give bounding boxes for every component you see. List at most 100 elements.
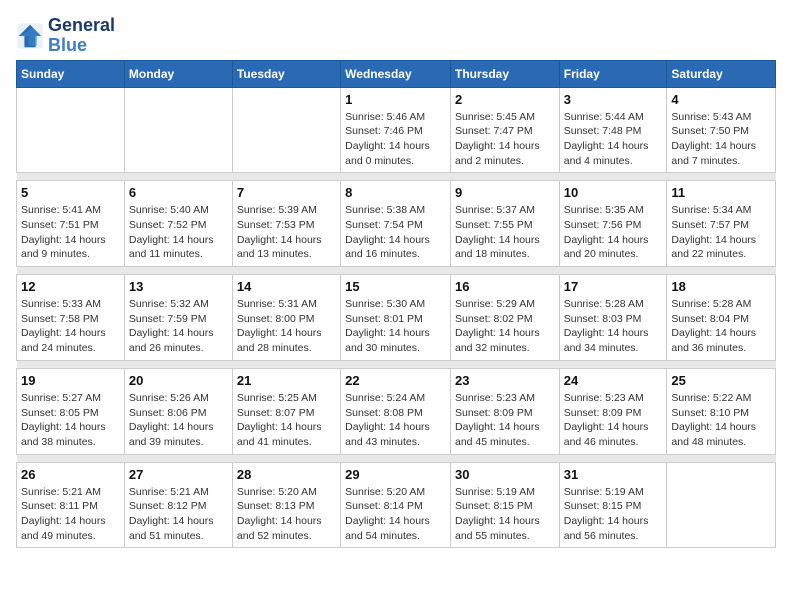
day-info: Sunrise: 5:21 AM Sunset: 8:11 PM Dayligh… <box>21 485 120 544</box>
day-info: Sunrise: 5:19 AM Sunset: 8:15 PM Dayligh… <box>564 485 663 544</box>
day-info: Sunrise: 5:26 AM Sunset: 8:06 PM Dayligh… <box>129 391 228 450</box>
calendar-cell <box>124 87 232 173</box>
calendar-cell: 8Sunrise: 5:38 AM Sunset: 7:54 PM Daylig… <box>341 181 451 267</box>
day-number: 24 <box>564 373 663 388</box>
day-info: Sunrise: 5:19 AM Sunset: 8:15 PM Dayligh… <box>455 485 555 544</box>
calendar-cell: 23Sunrise: 5:23 AM Sunset: 8:09 PM Dayli… <box>450 368 559 454</box>
day-number: 15 <box>345 279 446 294</box>
day-info: Sunrise: 5:32 AM Sunset: 7:59 PM Dayligh… <box>129 297 228 356</box>
day-info: Sunrise: 5:21 AM Sunset: 8:12 PM Dayligh… <box>129 485 228 544</box>
calendar-cell <box>17 87 125 173</box>
day-number: 19 <box>21 373 120 388</box>
calendar-cell: 17 Sunrise: 5:28 AM Sunset: 8:03 PM Dayli… <box>559 275 667 361</box>
day-info: Sunrise: 5:38 AM Sunset: 7:54 PM Dayligh… <box>345 203 446 262</box>
day-info: Sunrise: 5:24 AM Sunset: 8:08 PM Dayligh… <box>345 391 446 450</box>
weekday-header: Wednesday <box>341 60 451 87</box>
day-info: Sunrise: 5:40 AM Sunset: 7:52 PM Dayligh… <box>129 203 228 262</box>
calendar-cell: 18Sunrise: 5:28 AM Sunset: 8:04 PM Dayli… <box>667 275 776 361</box>
day-info: Sunrise: 5:43 AM Sunset: 7:50 PM Dayligh… <box>671 110 771 169</box>
calendar-cell: 5Sunrise: 5:41 AM Sunset: 7:51 PM Daylig… <box>17 181 125 267</box>
day-number: 12 <box>21 279 120 294</box>
day-number: 5 <box>21 185 120 200</box>
day-info: Sunrise: 5:20 AM Sunset: 8:14 PM Dayligh… <box>345 485 446 544</box>
calendar-cell: 3 Sunrise: 5:44 AM Sunset: 7:48 PM Daylig… <box>559 87 667 173</box>
day-number: 1 <box>345 92 446 107</box>
day-info: Sunrise: 5:33 AM Sunset: 7:58 PM Dayligh… <box>21 297 120 356</box>
calendar-cell: 7Sunrise: 5:39 AM Sunset: 7:53 PM Daylig… <box>232 181 340 267</box>
calendar-cell: 1 Sunrise: 5:46 AM Sunset: 7:46 PM Daylig… <box>341 87 451 173</box>
calendar-cell: 28 Sunrise: 5:20 AM Sunset: 8:13 PM Dayli… <box>232 462 340 548</box>
day-info: Sunrise: 5:46 AM Sunset: 7:46 PM Dayligh… <box>345 110 446 169</box>
day-number: 31 <box>564 467 663 482</box>
calendar-cell: 25 Sunrise: 5:22 AM Sunset: 8:10 PM Dayli… <box>667 368 776 454</box>
weekday-header: Saturday <box>667 60 776 87</box>
calendar-cell: 4 Sunrise: 5:43 AM Sunset: 7:50 PM Daylig… <box>667 87 776 173</box>
day-info: Sunrise: 5:34 AM Sunset: 7:57 PM Dayligh… <box>671 203 771 262</box>
week-row: 1 Sunrise: 5:46 AM Sunset: 7:46 PM Daylig… <box>17 87 776 173</box>
day-number: 27 <box>129 467 228 482</box>
day-info: Sunrise: 5:25 AM Sunset: 8:07 PM Dayligh… <box>237 391 336 450</box>
day-info: Sunrise: 5:35 AM Sunset: 7:56 PM Dayligh… <box>564 203 663 262</box>
day-number: 22 <box>345 373 446 388</box>
calendar-cell: 13 Sunrise: 5:32 AM Sunset: 7:59 PM Dayli… <box>124 275 232 361</box>
day-number: 4 <box>671 92 771 107</box>
calendar-cell: 16Sunrise: 5:29 AM Sunset: 8:02 PM Dayli… <box>450 275 559 361</box>
day-info: Sunrise: 5:37 AM Sunset: 7:55 PM Dayligh… <box>455 203 555 262</box>
calendar-cell: 2 Sunrise: 5:45 AM Sunset: 7:47 PM Daylig… <box>450 87 559 173</box>
calendar-table: SundayMondayTuesdayWednesdayThursdayFrid… <box>16 60 776 549</box>
day-info: Sunrise: 5:20 AM Sunset: 8:13 PM Dayligh… <box>237 485 336 544</box>
calendar-cell: 10 Sunrise: 5:35 AM Sunset: 7:56 PM Dayli… <box>559 181 667 267</box>
day-number: 2 <box>455 92 555 107</box>
weekday-header: Friday <box>559 60 667 87</box>
week-row: 19Sunrise: 5:27 AM Sunset: 8:05 PM Dayli… <box>17 368 776 454</box>
day-number: 11 <box>671 185 771 200</box>
day-number: 20 <box>129 373 228 388</box>
calendar-cell: 14 Sunrise: 5:31 AM Sunset: 8:00 PM Dayli… <box>232 275 340 361</box>
logo: General Blue <box>16 16 115 56</box>
calendar-cell: 6 Sunrise: 5:40 AM Sunset: 7:52 PM Daylig… <box>124 181 232 267</box>
day-info: Sunrise: 5:44 AM Sunset: 7:48 PM Dayligh… <box>564 110 663 169</box>
day-number: 28 <box>237 467 336 482</box>
calendar-cell: 26 Sunrise: 5:21 AM Sunset: 8:11 PM Dayli… <box>17 462 125 548</box>
day-info: Sunrise: 5:28 AM Sunset: 8:03 PM Dayligh… <box>564 297 663 356</box>
calendar-cell <box>232 87 340 173</box>
day-number: 25 <box>671 373 771 388</box>
day-number: 29 <box>345 467 446 482</box>
calendar-cell: 11 Sunrise: 5:34 AM Sunset: 7:57 PM Dayli… <box>667 181 776 267</box>
calendar-cell: 9 Sunrise: 5:37 AM Sunset: 7:55 PM Daylig… <box>450 181 559 267</box>
logo-icon <box>16 22 44 50</box>
day-number: 3 <box>564 92 663 107</box>
calendar-cell: 24 Sunrise: 5:23 AM Sunset: 8:09 PM Dayli… <box>559 368 667 454</box>
calendar-cell: 21 Sunrise: 5:25 AM Sunset: 8:07 PM Dayli… <box>232 368 340 454</box>
day-number: 10 <box>564 185 663 200</box>
day-number: 6 <box>129 185 228 200</box>
day-number: 14 <box>237 279 336 294</box>
weekday-header: Tuesday <box>232 60 340 87</box>
day-info: Sunrise: 5:28 AM Sunset: 8:04 PM Dayligh… <box>671 297 771 356</box>
logo-text: General Blue <box>48 16 115 56</box>
day-info: Sunrise: 5:45 AM Sunset: 7:47 PM Dayligh… <box>455 110 555 169</box>
day-info: Sunrise: 5:39 AM Sunset: 7:53 PM Dayligh… <box>237 203 336 262</box>
day-info: Sunrise: 5:31 AM Sunset: 8:00 PM Dayligh… <box>237 297 336 356</box>
day-number: 17 <box>564 279 663 294</box>
weekday-header: Thursday <box>450 60 559 87</box>
day-info: Sunrise: 5:22 AM Sunset: 8:10 PM Dayligh… <box>671 391 771 450</box>
weekday-header: Sunday <box>17 60 125 87</box>
day-number: 21 <box>237 373 336 388</box>
day-number: 26 <box>21 467 120 482</box>
calendar-cell <box>667 462 776 548</box>
calendar-cell: 30 Sunrise: 5:19 AM Sunset: 8:15 PM Dayli… <box>450 462 559 548</box>
calendar-cell: 12 Sunrise: 5:33 AM Sunset: 7:58 PM Dayli… <box>17 275 125 361</box>
calendar-cell: 15Sunrise: 5:30 AM Sunset: 8:01 PM Dayli… <box>341 275 451 361</box>
week-row: 26 Sunrise: 5:21 AM Sunset: 8:11 PM Dayli… <box>17 462 776 548</box>
header-row: SundayMondayTuesdayWednesdayThursdayFrid… <box>17 60 776 87</box>
day-number: 9 <box>455 185 555 200</box>
day-number: 30 <box>455 467 555 482</box>
week-row: 12 Sunrise: 5:33 AM Sunset: 7:58 PM Dayli… <box>17 275 776 361</box>
calendar-cell: 22 Sunrise: 5:24 AM Sunset: 8:08 PM Dayli… <box>341 368 451 454</box>
calendar-cell: 29 Sunrise: 5:20 AM Sunset: 8:14 PM Dayli… <box>341 462 451 548</box>
weekday-header: Monday <box>124 60 232 87</box>
day-number: 13 <box>129 279 228 294</box>
calendar-cell: 19Sunrise: 5:27 AM Sunset: 8:05 PM Dayli… <box>17 368 125 454</box>
day-info: Sunrise: 5:23 AM Sunset: 8:09 PM Dayligh… <box>564 391 663 450</box>
